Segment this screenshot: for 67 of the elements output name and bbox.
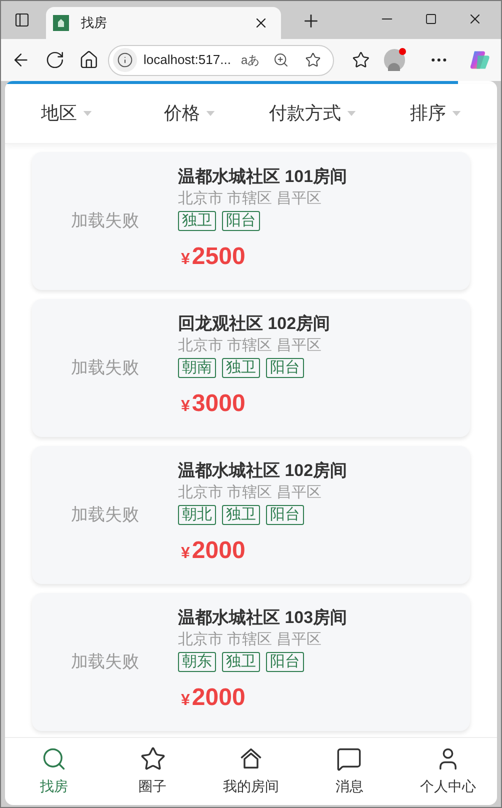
- listing-address: 北京市 市辖区 昌平区: [178, 189, 322, 209]
- nav-tab[interactable]: 消息: [300, 746, 399, 797]
- filter-dropdown[interactable]: 排序: [374, 100, 497, 127]
- image-load-failed-text: 加载失败: [71, 357, 139, 380]
- caret-icon: [347, 111, 356, 116]
- feature-tag: 朝东: [178, 652, 216, 672]
- browser-tab[interactable]: 找房: [46, 7, 281, 39]
- filter-dropdown[interactable]: 价格: [128, 100, 251, 127]
- listing-price: 2000: [192, 683, 246, 713]
- feature-tag: 独卫: [222, 358, 260, 378]
- feature-tag: 独卫: [222, 652, 260, 672]
- copilot-icon[interactable]: [469, 49, 491, 71]
- listing-address: 北京市 市辖区 昌平区: [178, 483, 322, 503]
- feature-tag: 朝南: [178, 358, 216, 378]
- feature-tag: 阳台: [222, 211, 260, 231]
- listing-price: 2000: [192, 536, 246, 566]
- message-icon: [336, 746, 362, 772]
- caret-icon: [83, 111, 92, 116]
- star-icon: [140, 746, 166, 772]
- listing-title: 温都水城社区 103房间: [178, 607, 348, 629]
- listing-title: 回龙观社区 102房间: [178, 313, 330, 335]
- caret-icon: [452, 111, 461, 116]
- nav-tab[interactable]: 我的房间: [202, 746, 300, 797]
- listing-address: 北京市 市辖区 昌平区: [178, 630, 322, 650]
- feature-tag: 阳台: [266, 652, 304, 672]
- search-icon: [41, 746, 68, 772]
- maximize-icon[interactable]: [425, 13, 437, 25]
- listing-price: 3000: [192, 389, 246, 419]
- listing-card[interactable]: 加载失败 温都水城社区 103房间 北京市 市辖区 昌平区 朝东 独卫 阳台 ¥2000: [32, 593, 470, 731]
- home-icon[interactable]: [78, 50, 98, 70]
- tab-actions-icon[interactable]: [14, 12, 30, 28]
- feature-tag: 独卫: [178, 211, 216, 231]
- caret-icon: [206, 111, 215, 116]
- listing-title: 温都水城社区 101房间: [178, 166, 348, 188]
- profile-icon[interactable]: [384, 49, 406, 71]
- currency-symbol: ¥: [181, 544, 190, 564]
- listing-address: 北京市 市辖区 昌平区: [178, 336, 322, 356]
- listing-card[interactable]: 加载失败 温都水城社区 101房间 北京市 市辖区 昌平区 独卫 阳台 ¥2500: [32, 152, 470, 290]
- currency-symbol: ¥: [181, 397, 190, 417]
- listing-card[interactable]: 加载失败 回龙观社区 102房间 北京市 市辖区 昌平区 朝南 独卫 阳台 ¥3000: [32, 299, 470, 437]
- reload-icon[interactable]: [44, 50, 65, 70]
- favorites-icon[interactable]: [352, 51, 370, 69]
- nav-tab[interactable]: 个人中心: [398, 746, 497, 797]
- read-aloud-icon[interactable]: aあ: [240, 51, 260, 69]
- favorite-icon[interactable]: [304, 52, 321, 68]
- feature-tag: 阳台: [266, 358, 304, 378]
- tab-title: 找房: [81, 14, 107, 32]
- site-info-icon[interactable]: [113, 48, 138, 72]
- nav-tab[interactable]: 找房: [5, 746, 104, 797]
- image-load-failed-text: 加载失败: [71, 651, 139, 674]
- favicon-icon: [53, 15, 69, 31]
- nav-tab[interactable]: 圈子: [103, 746, 202, 797]
- feature-tag: 独卫: [222, 505, 260, 525]
- listing-title: 温都水城社区 102房间: [178, 460, 348, 482]
- filter-dropdown[interactable]: 地区: [5, 100, 128, 127]
- address-bar[interactable]: localhost:517... aあ: [108, 44, 334, 76]
- feature-tag: 朝北: [178, 505, 216, 525]
- listing-price: 2500: [192, 242, 246, 272]
- feature-tag: 阳台: [266, 505, 304, 525]
- image-load-failed-text: 加载失败: [71, 210, 139, 232]
- url-text: localhost:517...: [143, 51, 231, 70]
- currency-symbol: ¥: [181, 250, 190, 270]
- zoom-icon[interactable]: [272, 52, 289, 68]
- listing-card[interactable]: 加载失败 温都水城社区 102房间 北京市 市辖区 昌平区 朝北 独卫 阳台 ¥2000: [32, 446, 470, 584]
- filter-dropdown[interactable]: 付款方式: [251, 100, 374, 127]
- image-load-failed-text: 加载失败: [71, 504, 139, 526]
- currency-symbol: ¥: [181, 691, 190, 711]
